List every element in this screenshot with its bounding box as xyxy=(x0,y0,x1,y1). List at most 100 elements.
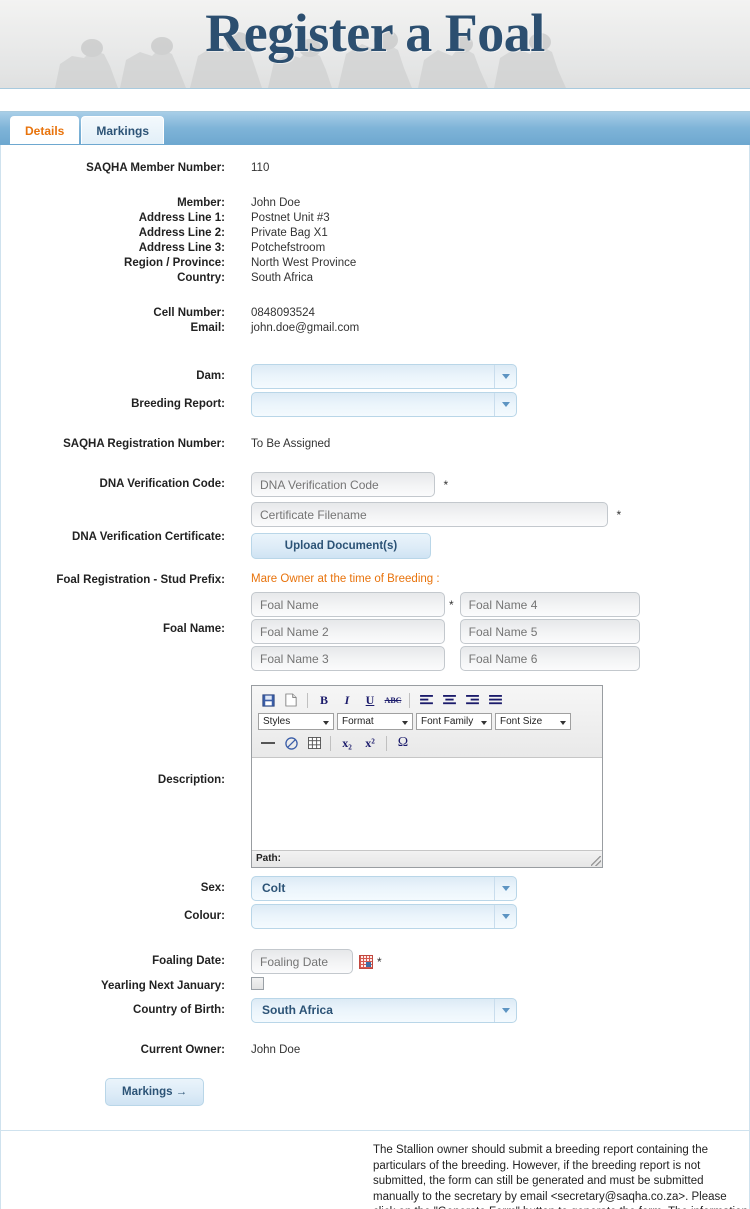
dna-certificate-required-marker: * xyxy=(616,507,622,522)
field-row-member: Member: John Doe xyxy=(1,196,749,211)
field-row-address2: Address Line 2: Private Bag X1 xyxy=(1,226,749,241)
country-of-birth-select-value: South Africa xyxy=(262,1003,333,1017)
styles-select-value: Styles xyxy=(263,716,291,727)
label-cell-number: Cell Number: xyxy=(153,307,225,319)
foaling-date-input[interactable] xyxy=(251,949,353,974)
label-dna-certificate: DNA Verification Certificate: xyxy=(72,531,225,543)
foal-name-5-input[interactable] xyxy=(459,619,640,644)
sex-select-value: Colt xyxy=(262,881,286,895)
calendar-icon[interactable] xyxy=(359,954,373,969)
field-row-foal-name: Foal Name: * * * xyxy=(1,592,749,671)
label-colour: Colour: xyxy=(184,910,225,922)
value-address-line-1: Postnet Unit #3 xyxy=(251,212,330,224)
font-size-select[interactable]: Font Size xyxy=(495,713,571,730)
field-row-registration-number: SAQHA Registration Number: To Be Assigne… xyxy=(1,437,749,452)
align-right-icon[interactable] xyxy=(462,691,482,709)
save-icon[interactable] xyxy=(258,691,278,709)
field-row-cell: Cell Number: 0848093524 xyxy=(1,306,749,321)
horizontal-rule-icon[interactable] xyxy=(258,734,278,752)
description-textarea[interactable] xyxy=(252,758,602,850)
label-country: Country: xyxy=(177,272,225,284)
field-row-description: Description: B I U ABC Styles Format Fon… xyxy=(1,685,749,868)
new-page-icon[interactable] xyxy=(281,691,301,709)
upload-documents-button[interactable]: Upload Document(s) xyxy=(251,533,431,559)
value-member-number: 110 xyxy=(251,162,270,174)
foal-name-2-input[interactable] xyxy=(251,619,445,644)
foal-name-1-input[interactable] xyxy=(251,592,445,617)
font-family-select[interactable]: Font Family xyxy=(416,713,492,730)
yearling-next-january-checkbox[interactable] xyxy=(251,977,264,990)
value-email: john.doe@gmail.com xyxy=(251,322,360,334)
toolbar-separator xyxy=(386,735,387,751)
tab-details[interactable]: Details xyxy=(10,116,80,144)
field-row-stud-prefix: Foal Registration - Stud Prefix: Mare Ow… xyxy=(1,573,749,588)
field-row-email: Email: john.doe@gmail.com xyxy=(1,321,749,336)
toolbar-separator xyxy=(330,735,331,751)
certificate-filename-input[interactable] xyxy=(251,502,608,527)
field-row-foaling-date: Foaling Date: * xyxy=(1,949,749,974)
label-stud-prefix: Foal Registration - Stud Prefix: xyxy=(56,574,225,586)
table-icon[interactable] xyxy=(304,734,324,752)
header-divider-bar xyxy=(0,88,750,112)
foal-name-3-input[interactable] xyxy=(251,646,445,671)
label-dam: Dam: xyxy=(196,370,225,382)
value-region-province: North West Province xyxy=(251,257,357,269)
label-address-line-2: Address Line 2: xyxy=(138,227,225,239)
field-row-country: Country: South Africa xyxy=(1,271,749,286)
toolbar-separator xyxy=(307,692,308,708)
colour-select[interactable] xyxy=(251,904,517,929)
field-row-breeding-report: Breeding Report: xyxy=(1,392,749,417)
italic-icon[interactable]: I xyxy=(337,691,357,709)
editor-path-bar: Path: xyxy=(252,850,602,867)
dam-select[interactable] xyxy=(251,364,517,389)
resize-grip-icon[interactable] xyxy=(591,856,601,866)
country-of-birth-select[interactable]: South Africa xyxy=(251,998,517,1023)
foal-name-6-input[interactable] xyxy=(459,646,640,671)
label-address-line-3: Address Line 3: xyxy=(138,242,225,254)
font-size-select-value: Font Size xyxy=(500,716,543,727)
remove-format-icon[interactable] xyxy=(281,734,301,752)
foaling-date-required-marker: * xyxy=(377,954,382,969)
value-address-line-2: Private Bag X1 xyxy=(251,227,328,239)
foal-name-required-marker: * xyxy=(449,597,454,612)
align-left-icon[interactable] xyxy=(416,691,436,709)
label-region-province: Region / Province: xyxy=(124,257,225,269)
dna-verification-code-input[interactable] xyxy=(251,472,435,497)
description-editor[interactable]: B I U ABC Styles Format Font Family Font… xyxy=(251,685,603,868)
foal-name-4-input[interactable] xyxy=(459,592,640,617)
editor-toolbar-row-2: Styles Format Font Family Font Size xyxy=(256,711,598,732)
label-address-line-1: Address Line 1: xyxy=(138,212,225,224)
styles-select[interactable]: Styles xyxy=(258,713,334,730)
label-current-owner: Current Owner: xyxy=(140,1044,225,1056)
page-banner: Register a Foal xyxy=(0,0,750,88)
align-center-icon[interactable] xyxy=(439,691,459,709)
page-title: Register a Foal xyxy=(205,3,545,63)
breeding-report-select[interactable] xyxy=(251,392,517,417)
editor-toolbar-row-3: x₂ x² Ω xyxy=(256,732,598,754)
strikethrough-icon[interactable]: ABC xyxy=(383,691,403,709)
tab-markings[interactable]: Markings xyxy=(81,116,165,144)
chevron-down-icon xyxy=(494,905,516,928)
markings-next-button[interactable]: Markings → xyxy=(105,1078,205,1106)
field-row-current-owner: Current Owner: John Doe xyxy=(1,1043,749,1058)
align-justify-icon[interactable] xyxy=(485,691,505,709)
chevron-down-icon xyxy=(494,365,516,388)
sex-select[interactable]: Colt xyxy=(251,876,517,901)
label-sex: Sex: xyxy=(200,882,225,894)
label-member-number: SAQHA Member Number: xyxy=(86,162,225,174)
underline-icon[interactable]: U xyxy=(360,691,380,709)
page-root: Register a Foal Details Markings SAQHA M… xyxy=(0,0,750,1209)
format-select[interactable]: Format xyxy=(337,713,413,730)
special-character-icon[interactable]: Ω xyxy=(393,734,413,752)
label-foaling-date: Foaling Date: xyxy=(152,955,225,967)
label-country-of-birth: Country of Birth: xyxy=(133,1004,225,1016)
form-body: SAQHA Member Number: 110 Member: John Do… xyxy=(0,145,750,1130)
field-row-address1: Address Line 1: Postnet Unit #3 xyxy=(1,211,749,226)
subscript-icon[interactable]: x₂ xyxy=(337,734,357,752)
superscript-icon[interactable]: x² xyxy=(360,734,380,752)
chevron-down-icon xyxy=(494,999,516,1022)
footer-instruction-text: The Stallion owner should submit a breed… xyxy=(373,1144,748,1209)
bold-icon[interactable]: B xyxy=(314,691,334,709)
value-registration-number: To Be Assigned xyxy=(251,438,331,450)
field-row-dam: Dam: xyxy=(1,364,749,389)
